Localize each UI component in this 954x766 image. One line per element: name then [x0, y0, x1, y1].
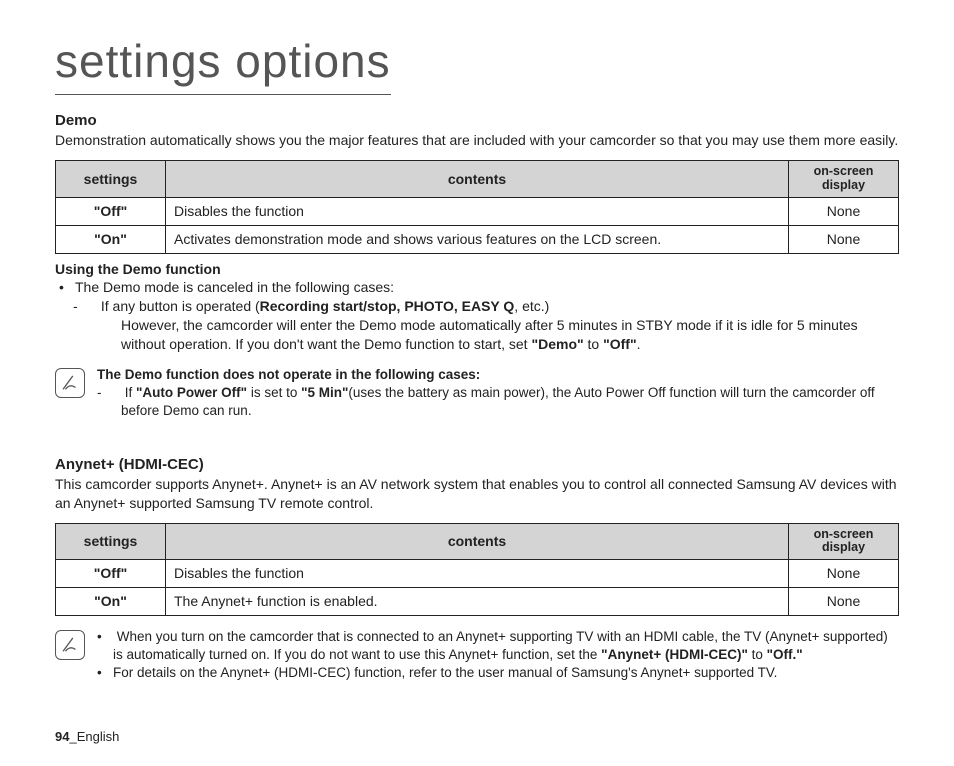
table-anynet: settings contents on-screen display "Off…	[55, 523, 899, 616]
text: However, the camcorder will enter the De…	[121, 317, 858, 352]
cell-osd: None	[789, 588, 899, 616]
th-contents: contents	[166, 161, 789, 198]
note-title: The Demo function does not operate in th…	[97, 366, 899, 384]
page-footer: 94_English	[55, 728, 119, 746]
note-text: The Demo function does not operate in th…	[97, 366, 899, 421]
cell-osd: None	[789, 225, 899, 253]
text-bold: "Off."	[767, 647, 803, 662]
note-icon	[55, 368, 85, 398]
page-number: 94	[55, 729, 69, 744]
th-settings: settings	[56, 161, 166, 198]
page-lang: _English	[69, 729, 119, 744]
text: to	[748, 647, 767, 662]
note-block: The Demo function does not operate in th…	[55, 366, 899, 421]
table-row: "On" Activates demonstration mode and sh…	[56, 225, 899, 253]
text-bold: "Demo"	[531, 336, 583, 352]
text: .	[637, 336, 641, 352]
list-item: If any button is operated (Recording sta…	[97, 297, 899, 316]
th-osd: on-screen display	[789, 523, 899, 560]
table-row: "Off" Disables the function None	[56, 197, 899, 225]
list-item: If "Auto Power Off" is set to "5 Min"(us…	[121, 384, 899, 420]
bullet-list: The Demo mode is canceled in the followi…	[55, 278, 899, 297]
heading-anynet: Anynet+ (HDMI-CEC)	[55, 455, 899, 475]
th-osd: on-screen display	[789, 161, 899, 198]
dash-list: If any button is operated (Recording sta…	[55, 297, 899, 316]
sub-heading-using-demo: Using the Demo function	[55, 260, 899, 279]
list-item: When you turn on the camcorder that is c…	[113, 628, 899, 664]
table-demo: settings contents on-screen display "Off…	[55, 160, 899, 253]
cell-contents: Disables the function	[166, 560, 789, 588]
body-anynet: This camcorder supports Anynet+. Anynet+…	[55, 475, 899, 513]
text-bold: "5 Min"	[301, 385, 348, 400]
cell-osd: None	[789, 560, 899, 588]
cell-setting: "Off"	[56, 197, 166, 225]
text: If	[125, 385, 136, 400]
cell-osd: None	[789, 197, 899, 225]
text: If any button is operated (	[101, 298, 260, 314]
cell-contents: The Anynet+ function is enabled.	[166, 588, 789, 616]
cell-setting: "Off"	[56, 560, 166, 588]
table-row: "Off" Disables the function None	[56, 560, 899, 588]
th-settings: settings	[56, 523, 166, 560]
page-title: settings options	[55, 30, 391, 95]
heading-demo: Demo	[55, 111, 899, 131]
note-icon	[55, 630, 85, 660]
cell-setting: "On"	[56, 225, 166, 253]
cell-setting: "On"	[56, 588, 166, 616]
note-text: When you turn on the camcorder that is c…	[97, 628, 899, 683]
text-bold: "Auto Power Off"	[136, 385, 247, 400]
text: is set to	[247, 385, 301, 400]
indent-text: However, the camcorder will enter the De…	[55, 316, 899, 354]
list-item: For details on the Anynet+ (HDMI-CEC) fu…	[113, 664, 899, 682]
text-bold: "Off"	[603, 336, 637, 352]
text: , etc.)	[514, 298, 549, 314]
note-block: When you turn on the camcorder that is c…	[55, 628, 899, 683]
text-bold: "Anynet+ (HDMI-CEC)"	[601, 647, 748, 662]
body-demo: Demonstration automatically shows you th…	[55, 131, 899, 150]
list-item: The Demo mode is canceled in the followi…	[75, 278, 899, 297]
text-bold: Recording start/stop, PHOTO, EASY Q	[260, 298, 515, 314]
text: to	[584, 336, 603, 352]
cell-contents: Disables the function	[166, 197, 789, 225]
table-row: "On" The Anynet+ function is enabled. No…	[56, 588, 899, 616]
th-contents: contents	[166, 523, 789, 560]
cell-contents: Activates demonstration mode and shows v…	[166, 225, 789, 253]
